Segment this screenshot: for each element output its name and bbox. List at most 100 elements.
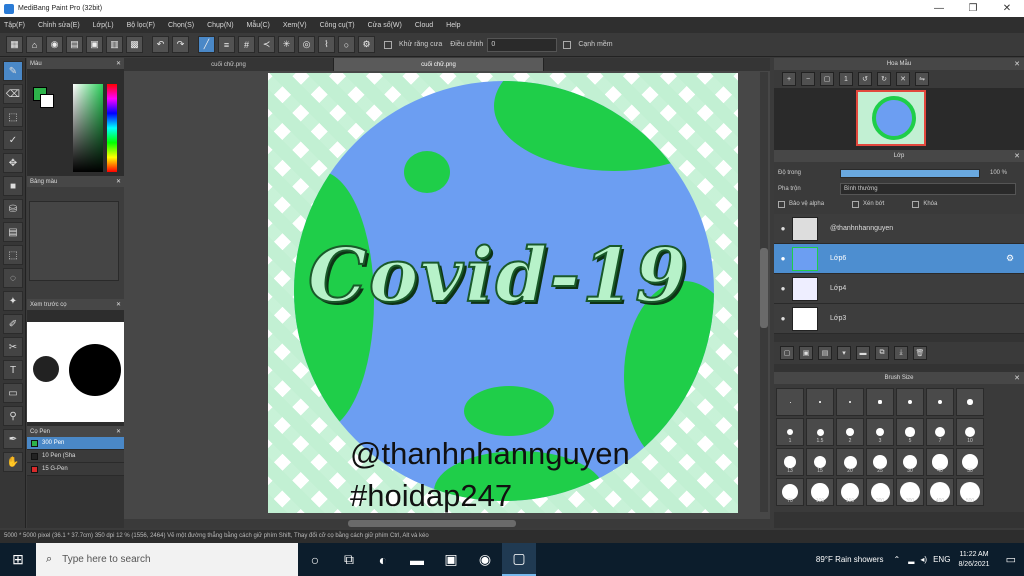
close-icon[interactable]: ✕: [1014, 152, 1020, 160]
menu-layer[interactable]: Lớp(L): [93, 22, 114, 29]
close-icon[interactable]: ✕: [1014, 60, 1020, 68]
brush-size-cell[interactable]: 1.5: [806, 418, 834, 446]
save-icon[interactable]: ▩: [126, 36, 143, 53]
brush-row[interactable]: 10 Pen (Sha: [27, 450, 124, 463]
soft-edge-checkbox[interactable]: [563, 40, 572, 49]
grid-icon[interactable]: ▤: [66, 36, 83, 53]
volume-icon[interactable]: ◂): [920, 555, 927, 564]
vertical-scroll-thumb[interactable]: [760, 248, 768, 328]
secondary-color-swatch[interactable]: [40, 94, 54, 108]
brush-size-cell[interactable]: 2: [836, 418, 864, 446]
text-tool-icon[interactable]: T: [3, 360, 23, 380]
visibility-icon[interactable]: ●: [774, 254, 792, 263]
menu-select[interactable]: Chọn(S): [168, 22, 194, 29]
task-view-icon[interactable]: ⧉: [332, 543, 366, 576]
zoom-in-icon[interactable]: +: [782, 72, 796, 86]
saturation-value-field[interactable]: [73, 84, 103, 172]
gradient-tool-icon[interactable]: ▤: [3, 222, 23, 242]
brush-tool-icon[interactable]: ✎: [3, 61, 23, 81]
close-icon[interactable]: ✕: [1014, 374, 1020, 382]
snap-curve-icon[interactable]: ⌇: [318, 36, 335, 53]
brush-size-cell[interactable]: [956, 388, 984, 416]
move-tool-icon[interactable]: ✥: [3, 153, 23, 173]
minimize-button[interactable]: —: [922, 0, 956, 17]
brush-size-cell[interactable]: 13: [776, 448, 804, 476]
dot-tool-icon[interactable]: ⬚: [3, 107, 23, 127]
new-layer-icon[interactable]: ▢: [780, 346, 794, 360]
brush-size-cell[interactable]: 500: [956, 478, 984, 506]
edge-icon[interactable]: ◐: [366, 543, 400, 576]
correction-select[interactable]: 0: [487, 37, 558, 52]
snap-vanish-icon[interactable]: ≺: [258, 36, 275, 53]
menu-file[interactable]: Tập(F): [4, 22, 25, 29]
alpha-protect-checkbox[interactable]: [778, 200, 785, 208]
close-icon[interactable]: ✕: [116, 60, 121, 67]
layer-menu-icon[interactable]: ▾: [837, 346, 851, 360]
undo-icon[interactable]: ↶: [152, 36, 169, 53]
new-8bit-layer-icon[interactable]: ▤: [818, 346, 832, 360]
brush-size-cell[interactable]: 50: [956, 448, 984, 476]
artboard[interactable]: Covid-19 @thanhnhannguyen #hoidap247: [268, 73, 738, 513]
navigator-preview[interactable]: [774, 88, 1024, 150]
zoom-out-icon[interactable]: −: [801, 72, 815, 86]
brush-size-cell[interactable]: [896, 388, 924, 416]
menu-cloud[interactable]: Cloud: [415, 22, 433, 29]
lock-option[interactable]: Khóa: [912, 200, 937, 208]
select-tool-icon[interactable]: ⬚: [3, 245, 23, 265]
select-pen-tool-icon[interactable]: ✐: [3, 314, 23, 334]
frame-tool-icon[interactable]: ▭: [3, 383, 23, 403]
brush-size-cell[interactable]: 3: [866, 418, 894, 446]
menu-color[interactable]: Mẫu(C): [247, 22, 270, 29]
notification-icon[interactable]: ▭: [1006, 553, 1016, 566]
brush-size-cell[interactable]: 7: [926, 418, 954, 446]
alpha-protect-option[interactable]: Bảo vệ alpha: [778, 200, 824, 208]
eraser-tool-icon[interactable]: ⌫: [3, 84, 23, 104]
brush-size-cell[interactable]: 150: [836, 478, 864, 506]
brush-size-cell[interactable]: 1: [776, 418, 804, 446]
chat-icon[interactable]: ◉: [46, 36, 63, 53]
layer-row-selected[interactable]: ● Lớp6 ⚙: [774, 244, 1024, 274]
snap-radial-icon[interactable]: ✳: [278, 36, 295, 53]
weather-widget[interactable]: 89°F Rain showers: [816, 555, 884, 564]
menu-window[interactable]: Cửa sổ(W): [368, 22, 402, 29]
snap-parallel-icon[interactable]: ≡: [218, 36, 235, 53]
tray-chevron-icon[interactable]: ⌃: [894, 555, 901, 564]
snap-ellipse-icon[interactable]: ○: [338, 36, 355, 53]
close-button[interactable]: ✕: [990, 0, 1024, 17]
hand-tool-icon[interactable]: ✋: [3, 452, 23, 472]
brush-size-cell[interactable]: 20: [836, 448, 864, 476]
eyedropper-tool-icon[interactable]: ⚲: [3, 406, 23, 426]
merge-down-icon[interactable]: ⤓: [894, 346, 908, 360]
redo-icon[interactable]: ↷: [172, 36, 189, 53]
layers-icon[interactable]: ▥: [106, 36, 123, 53]
gear-icon[interactable]: ⚙: [1006, 253, 1024, 264]
opacity-slider[interactable]: [840, 168, 980, 178]
brush-size-cell[interactable]: 15: [806, 448, 834, 476]
rotate-right-icon[interactable]: ↻: [877, 72, 891, 86]
hue-slider[interactable]: [107, 84, 117, 172]
home-icon[interactable]: ⌂: [26, 36, 43, 53]
select-eraser-tool-icon[interactable]: ✂: [3, 337, 23, 357]
actual-size-icon[interactable]: 1: [839, 72, 853, 86]
windows-start-icon[interactable]: ⊞: [0, 543, 36, 576]
snap-cross-icon[interactable]: #: [238, 36, 255, 53]
flip-icon[interactable]: ⇋: [915, 72, 929, 86]
clipping-checkbox[interactable]: [852, 200, 860, 208]
new-file-icon[interactable]: ▦: [6, 36, 23, 53]
brush-size-cell[interactable]: 400: [926, 478, 954, 506]
palette-area[interactable]: [29, 201, 119, 281]
duplicate-layer-icon[interactable]: ⧉: [875, 346, 889, 360]
snap-off-icon[interactable]: ╱: [198, 36, 215, 53]
fill-rect-tool-icon[interactable]: ■: [3, 176, 23, 196]
brush-size-cell[interactable]: 25: [866, 448, 894, 476]
visibility-icon[interactable]: ●: [774, 284, 792, 293]
blend-mode-select[interactable]: Bình thường: [840, 183, 1016, 195]
medibang-taskbar-icon[interactable]: ▢: [502, 543, 536, 576]
lasso-tool-icon[interactable]: ◌: [3, 268, 23, 288]
delete-layer-icon[interactable]: 🗑: [913, 346, 927, 360]
rotate-left-icon[interactable]: ↺: [858, 72, 872, 86]
menu-help[interactable]: Help: [446, 22, 460, 29]
menu-snap[interactable]: Chụp(N): [207, 22, 233, 29]
visibility-icon[interactable]: ●: [774, 224, 792, 233]
magic-wand-tool-icon[interactable]: ✦: [3, 291, 23, 311]
